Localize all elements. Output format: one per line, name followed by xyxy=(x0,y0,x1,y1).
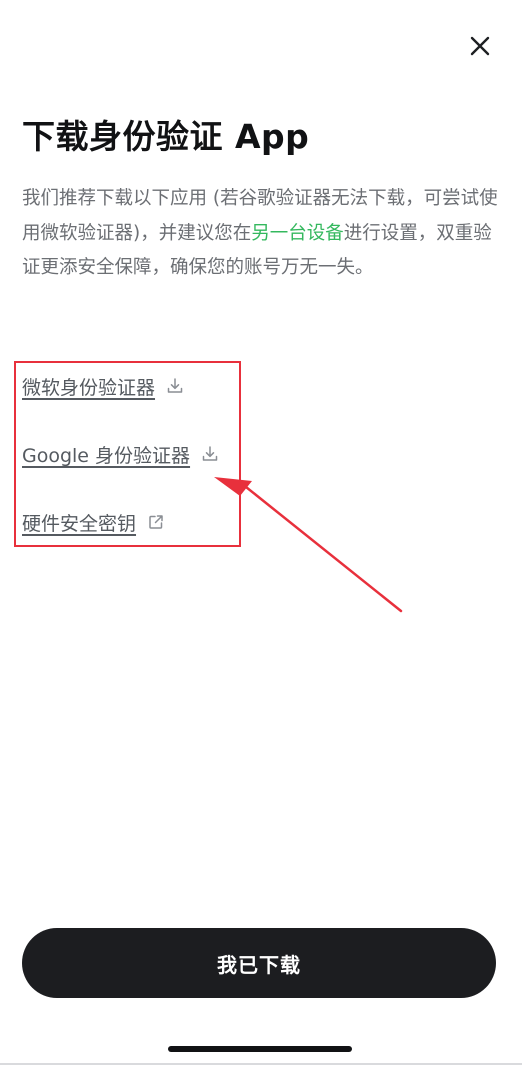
annotation-highlight-box xyxy=(14,361,241,547)
page-title: 下载身份验证 App xyxy=(22,117,310,156)
downloaded-confirm-button[interactable]: 我已下载 xyxy=(22,928,496,998)
download-authenticator-page: 下载身份验证 App 我们推荐下载以下应用 (若谷歌验证器无法下载，可尝试使用微… xyxy=(0,0,522,1065)
close-icon xyxy=(470,36,490,56)
other-device-highlight: 另一台设备 xyxy=(251,222,344,244)
description-text: 我们推荐下载以下应用 (若谷歌验证器无法下载，可尝试使用微软验证器)，并建议您在… xyxy=(22,182,500,286)
close-button[interactable] xyxy=(466,32,494,60)
home-indicator xyxy=(168,1046,352,1052)
